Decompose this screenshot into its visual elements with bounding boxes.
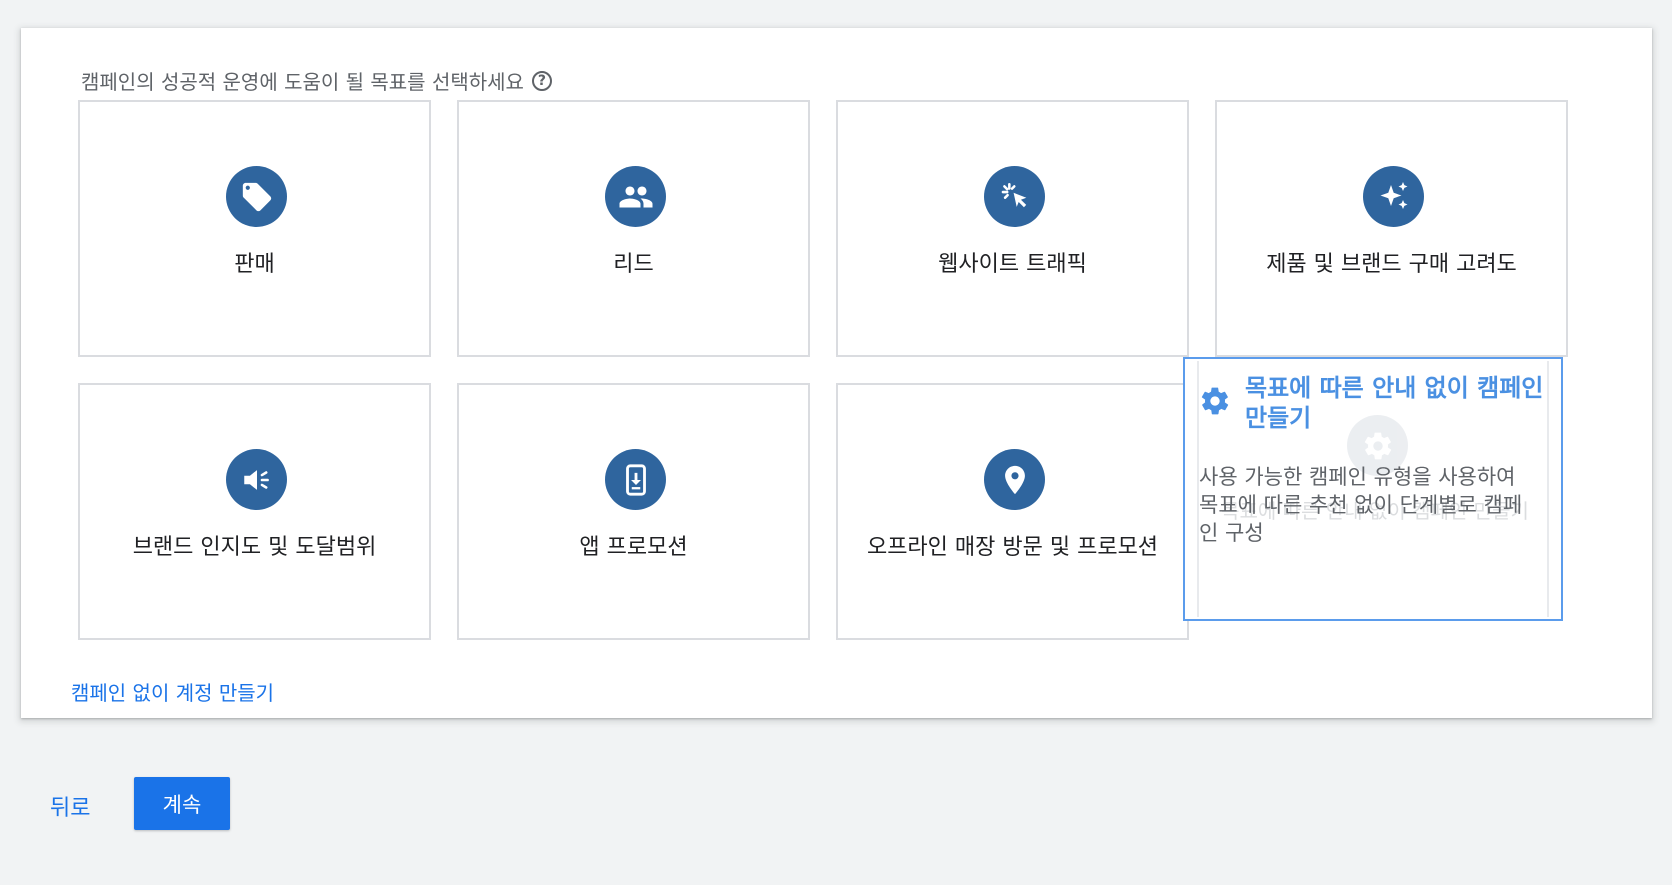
selected-goal-title: 목표에 따른 안내 없이 캠페인 만들기 xyxy=(1245,374,1544,432)
cursor-click-icon xyxy=(984,166,1045,227)
goal-tile-local-store-visits[interactable]: 오프라인 매장 방문 및 프로모션 xyxy=(836,383,1189,640)
continue-button[interactable]: 계속 xyxy=(134,777,230,830)
goal-label: 제품 및 브랜드 구매 고려도 xyxy=(1266,252,1517,277)
goal-label: 웹사이트 트래픽 xyxy=(938,252,1087,277)
mobile-download-icon xyxy=(605,449,666,510)
sell-tag-icon xyxy=(226,166,287,227)
goal-tile-no-guidance[interactable]: 목표에 따른 안내 없이 캠페인 만들기 목표에 따른 안내 없이 캠페인 만들… xyxy=(1183,357,1563,621)
location-pin-icon xyxy=(984,449,1045,510)
goal-label: 브랜드 인지도 및 도달범위 xyxy=(132,535,377,560)
goal-tile-sales[interactable]: 판매 xyxy=(78,100,431,357)
goal-heading-text: 캠페인의 성공적 운영에 도움이 될 목표를 선택하세요 xyxy=(81,70,524,94)
goal-label: 리드 xyxy=(613,252,654,277)
megaphone-icon xyxy=(226,449,287,510)
goal-label: 판매 xyxy=(234,252,275,277)
goal-tile-website-traffic[interactable]: 웹사이트 트래픽 xyxy=(836,100,1189,357)
people-icon xyxy=(605,166,666,227)
goal-tile-leads[interactable]: 리드 xyxy=(457,100,810,357)
sparkle-icon xyxy=(1363,166,1424,227)
goal-label: 오프라인 매장 방문 및 프로모션 xyxy=(866,535,1159,560)
back-button[interactable]: 뒤로 xyxy=(50,790,90,822)
goal-tile-brand-awareness[interactable]: 브랜드 인지도 및 도달범위 xyxy=(78,383,431,640)
goal-heading: 캠페인의 성공적 운영에 도움이 될 목표를 선택하세요 ? xyxy=(81,66,552,95)
goal-label: 앱 프로모션 xyxy=(579,535,688,560)
create-account-without-campaign-link[interactable]: 캠페인 없이 계정 만들기 xyxy=(71,677,274,706)
gear-icon xyxy=(1199,385,1233,419)
help-circle-icon[interactable]: ? xyxy=(531,70,552,91)
selected-goal-description: 사용 가능한 캠페인 유형을 사용하여 목표에 따른 추천 없이 단계별로 캠페… xyxy=(1199,465,1523,545)
goal-tile-consideration[interactable]: 제품 및 브랜드 구매 고려도 xyxy=(1215,100,1568,357)
goal-tile-app-promotion[interactable]: 앱 프로모션 xyxy=(457,383,810,640)
